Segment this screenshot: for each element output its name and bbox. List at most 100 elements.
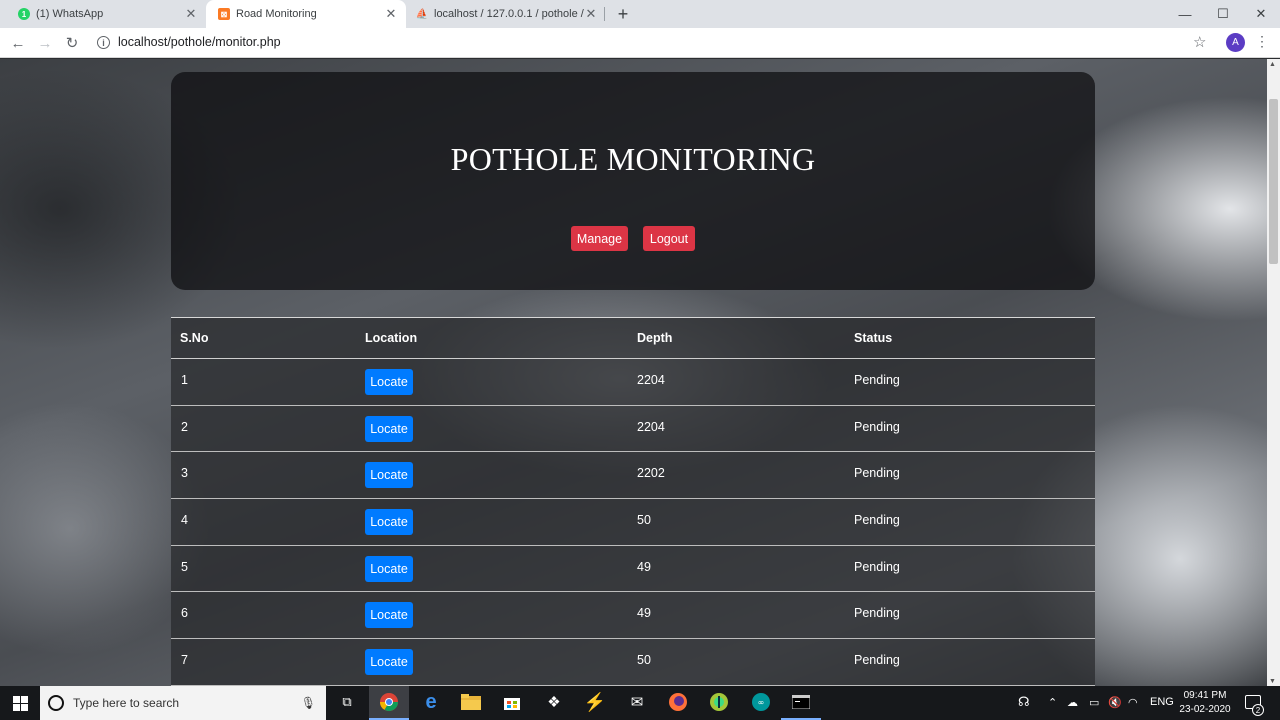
xampp-icon: ⊠ bbox=[218, 8, 230, 20]
table-row: 5 Locate 49 Pending bbox=[171, 546, 1095, 593]
wifi-icon[interactable]: ◠ bbox=[1128, 696, 1138, 709]
logout-button[interactable]: Logout bbox=[643, 226, 695, 251]
table-row: 6 Locate 49 Pending bbox=[171, 592, 1095, 640]
cell-sno: 3 bbox=[181, 466, 188, 481]
cell-sno: 5 bbox=[181, 559, 188, 574]
scroll-thumb[interactable] bbox=[1269, 99, 1278, 264]
file-explorer-icon[interactable] bbox=[460, 691, 482, 713]
dropbox-icon[interactable]: ❖ bbox=[543, 691, 565, 713]
whatsapp-icon: 1 bbox=[18, 8, 30, 20]
microphone-icon[interactable]: 🎙 bbox=[301, 696, 316, 710]
cell-status: Pending bbox=[854, 513, 900, 528]
reload-button[interactable]: ↻ bbox=[61, 32, 83, 54]
column-header-location: Location bbox=[365, 331, 418, 345]
show-hidden-icons-icon[interactable]: ⌃ bbox=[1048, 696, 1057, 709]
phpmyadmin-icon: ⛵ bbox=[415, 8, 429, 20]
info-icon[interactable]: i bbox=[97, 36, 110, 49]
bookmark-star-icon[interactable]: ☆ bbox=[1193, 33, 1206, 51]
language-indicator[interactable]: ENG bbox=[1150, 696, 1174, 708]
close-icon[interactable]: ✕ bbox=[384, 6, 398, 21]
locate-button[interactable]: Locate bbox=[365, 509, 413, 536]
tab-title: Road Monitoring bbox=[236, 8, 317, 20]
tab-title: (1) WhatsApp bbox=[36, 8, 104, 20]
browser-toolbar: ← → ↻ i localhost/pothole/monitor.php ☆ … bbox=[0, 28, 1280, 58]
cell-depth: 50 bbox=[637, 653, 651, 668]
cell-status: Pending bbox=[854, 419, 900, 434]
page-title: POTHOLE MONITORING bbox=[450, 141, 816, 177]
back-button[interactable]: ← bbox=[7, 32, 29, 54]
table-row: 7 Locate 50 Pending bbox=[171, 639, 1095, 686]
scroll-down-arrow-icon[interactable]: ▼ bbox=[1269, 678, 1276, 685]
battery-icon[interactable]: ▭ bbox=[1089, 696, 1099, 709]
column-header-sno: S.No bbox=[180, 331, 209, 345]
mail-icon[interactable]: ✉ bbox=[626, 691, 648, 713]
firefox-icon[interactable] bbox=[667, 691, 689, 713]
locate-button[interactable]: Locate bbox=[365, 602, 413, 629]
locate-button[interactable]: Locate bbox=[365, 462, 413, 489]
table-row: 1 Locate 2204 Pending bbox=[171, 359, 1095, 406]
close-icon[interactable]: ✕ bbox=[584, 6, 598, 21]
cortana-icon bbox=[48, 695, 64, 711]
store-icon[interactable] bbox=[501, 691, 523, 713]
cell-status: Pending bbox=[854, 653, 900, 668]
notification-count-badge: 2 bbox=[1252, 704, 1264, 716]
address-bar[interactable]: localhost/pothole/monitor.php bbox=[118, 35, 281, 49]
forward-button[interactable]: → bbox=[34, 32, 56, 54]
cell-status: Pending bbox=[854, 466, 900, 481]
cell-sno: 1 bbox=[181, 373, 188, 387]
pothole-table: S.No Location Depth Status 1 Locate 2204… bbox=[171, 317, 1095, 686]
onedrive-icon[interactable]: ☁ bbox=[1067, 696, 1078, 709]
clock-time: 09:41 PM bbox=[1183, 690, 1227, 701]
tab-bar: 1 (1) WhatsApp ✕ ⊠ Road Monitoring ✕ ⛵ l… bbox=[0, 0, 1280, 28]
arduino-icon[interactable]: ∞ bbox=[750, 691, 772, 713]
table-row: 3 Locate 2202 Pending bbox=[171, 452, 1095, 500]
column-header-status: Status bbox=[854, 331, 893, 345]
cell-sno: 7 bbox=[181, 653, 188, 668]
tab-road-monitoring[interactable]: ⊠ Road Monitoring ✕ bbox=[206, 0, 406, 28]
close-icon[interactable]: ✕ bbox=[184, 6, 198, 21]
table-row: 2 Locate 2204 Pending bbox=[171, 406, 1095, 453]
minimize-button[interactable]: — bbox=[1166, 0, 1204, 28]
volume-icon[interactable]: 🔇 bbox=[1108, 696, 1122, 709]
cell-sno: 2 bbox=[181, 419, 188, 434]
close-window-button[interactable]: ✕ bbox=[1242, 0, 1280, 28]
tab-title: localhost / 127.0.0.1 / pothole / s bbox=[434, 8, 584, 20]
edge-icon[interactable]: e bbox=[420, 691, 442, 713]
cell-sno: 4 bbox=[181, 513, 188, 528]
table-row: 4 Locate 50 Pending bbox=[171, 499, 1095, 546]
locate-button[interactable]: Locate bbox=[365, 649, 413, 676]
cell-depth: 2204 bbox=[637, 373, 665, 387]
profile-avatar[interactable]: A bbox=[1226, 33, 1245, 52]
cell-sno: 6 bbox=[181, 606, 188, 621]
cell-depth: 50 bbox=[637, 513, 651, 528]
taskbar-search[interactable]: Type here to search 🎙 bbox=[40, 686, 326, 720]
chrome-icon[interactable] bbox=[378, 691, 400, 713]
header-panel: POTHOLE MONITORING Manage Logout bbox=[171, 72, 1095, 290]
people-icon[interactable]: ☊ bbox=[1018, 694, 1030, 710]
tab-whatsapp[interactable]: 1 (1) WhatsApp ✕ bbox=[0, 0, 206, 28]
browser-menu-icon[interactable]: ⋮ bbox=[1255, 33, 1269, 50]
cell-depth: 2204 bbox=[637, 419, 665, 434]
manage-button[interactable]: Manage bbox=[571, 226, 628, 251]
android-studio-icon[interactable] bbox=[708, 691, 730, 713]
vscode-icon[interactable]: ⚡ bbox=[584, 691, 606, 713]
cell-depth: 49 bbox=[637, 559, 651, 574]
cell-depth: 2202 bbox=[637, 466, 665, 481]
locate-button[interactable]: Locate bbox=[365, 369, 413, 395]
column-header-depth: Depth bbox=[637, 331, 673, 345]
terminal-icon[interactable] bbox=[790, 691, 812, 713]
cell-status: Pending bbox=[854, 559, 900, 574]
new-tab-button[interactable]: + bbox=[612, 4, 634, 24]
system-clock[interactable]: 09:41 PM 23-02-2020 bbox=[1175, 689, 1235, 717]
task-view-icon[interactable]: ⧉ bbox=[336, 691, 358, 713]
scroll-up-arrow-icon[interactable]: ▲ bbox=[1269, 61, 1276, 68]
windows-logo-icon bbox=[12, 695, 28, 711]
maximize-button[interactable]: ☐ bbox=[1204, 0, 1242, 28]
locate-button[interactable]: Locate bbox=[365, 555, 413, 582]
locate-button[interactable]: Locate bbox=[365, 415, 413, 442]
page-scrollbar[interactable]: ▲ ▼ bbox=[1267, 59, 1280, 686]
tab-phpmyadmin[interactable]: ⛵ localhost / 127.0.0.1 / pothole / s ✕ bbox=[406, 0, 606, 28]
start-button[interactable] bbox=[0, 686, 40, 720]
taskbar: Type here to search 🎙 ⧉ e ❖ ⚡ ✉ ∞ ☊ ⌃ ☁ … bbox=[0, 686, 1280, 720]
search-placeholder: Type here to search bbox=[73, 696, 180, 710]
